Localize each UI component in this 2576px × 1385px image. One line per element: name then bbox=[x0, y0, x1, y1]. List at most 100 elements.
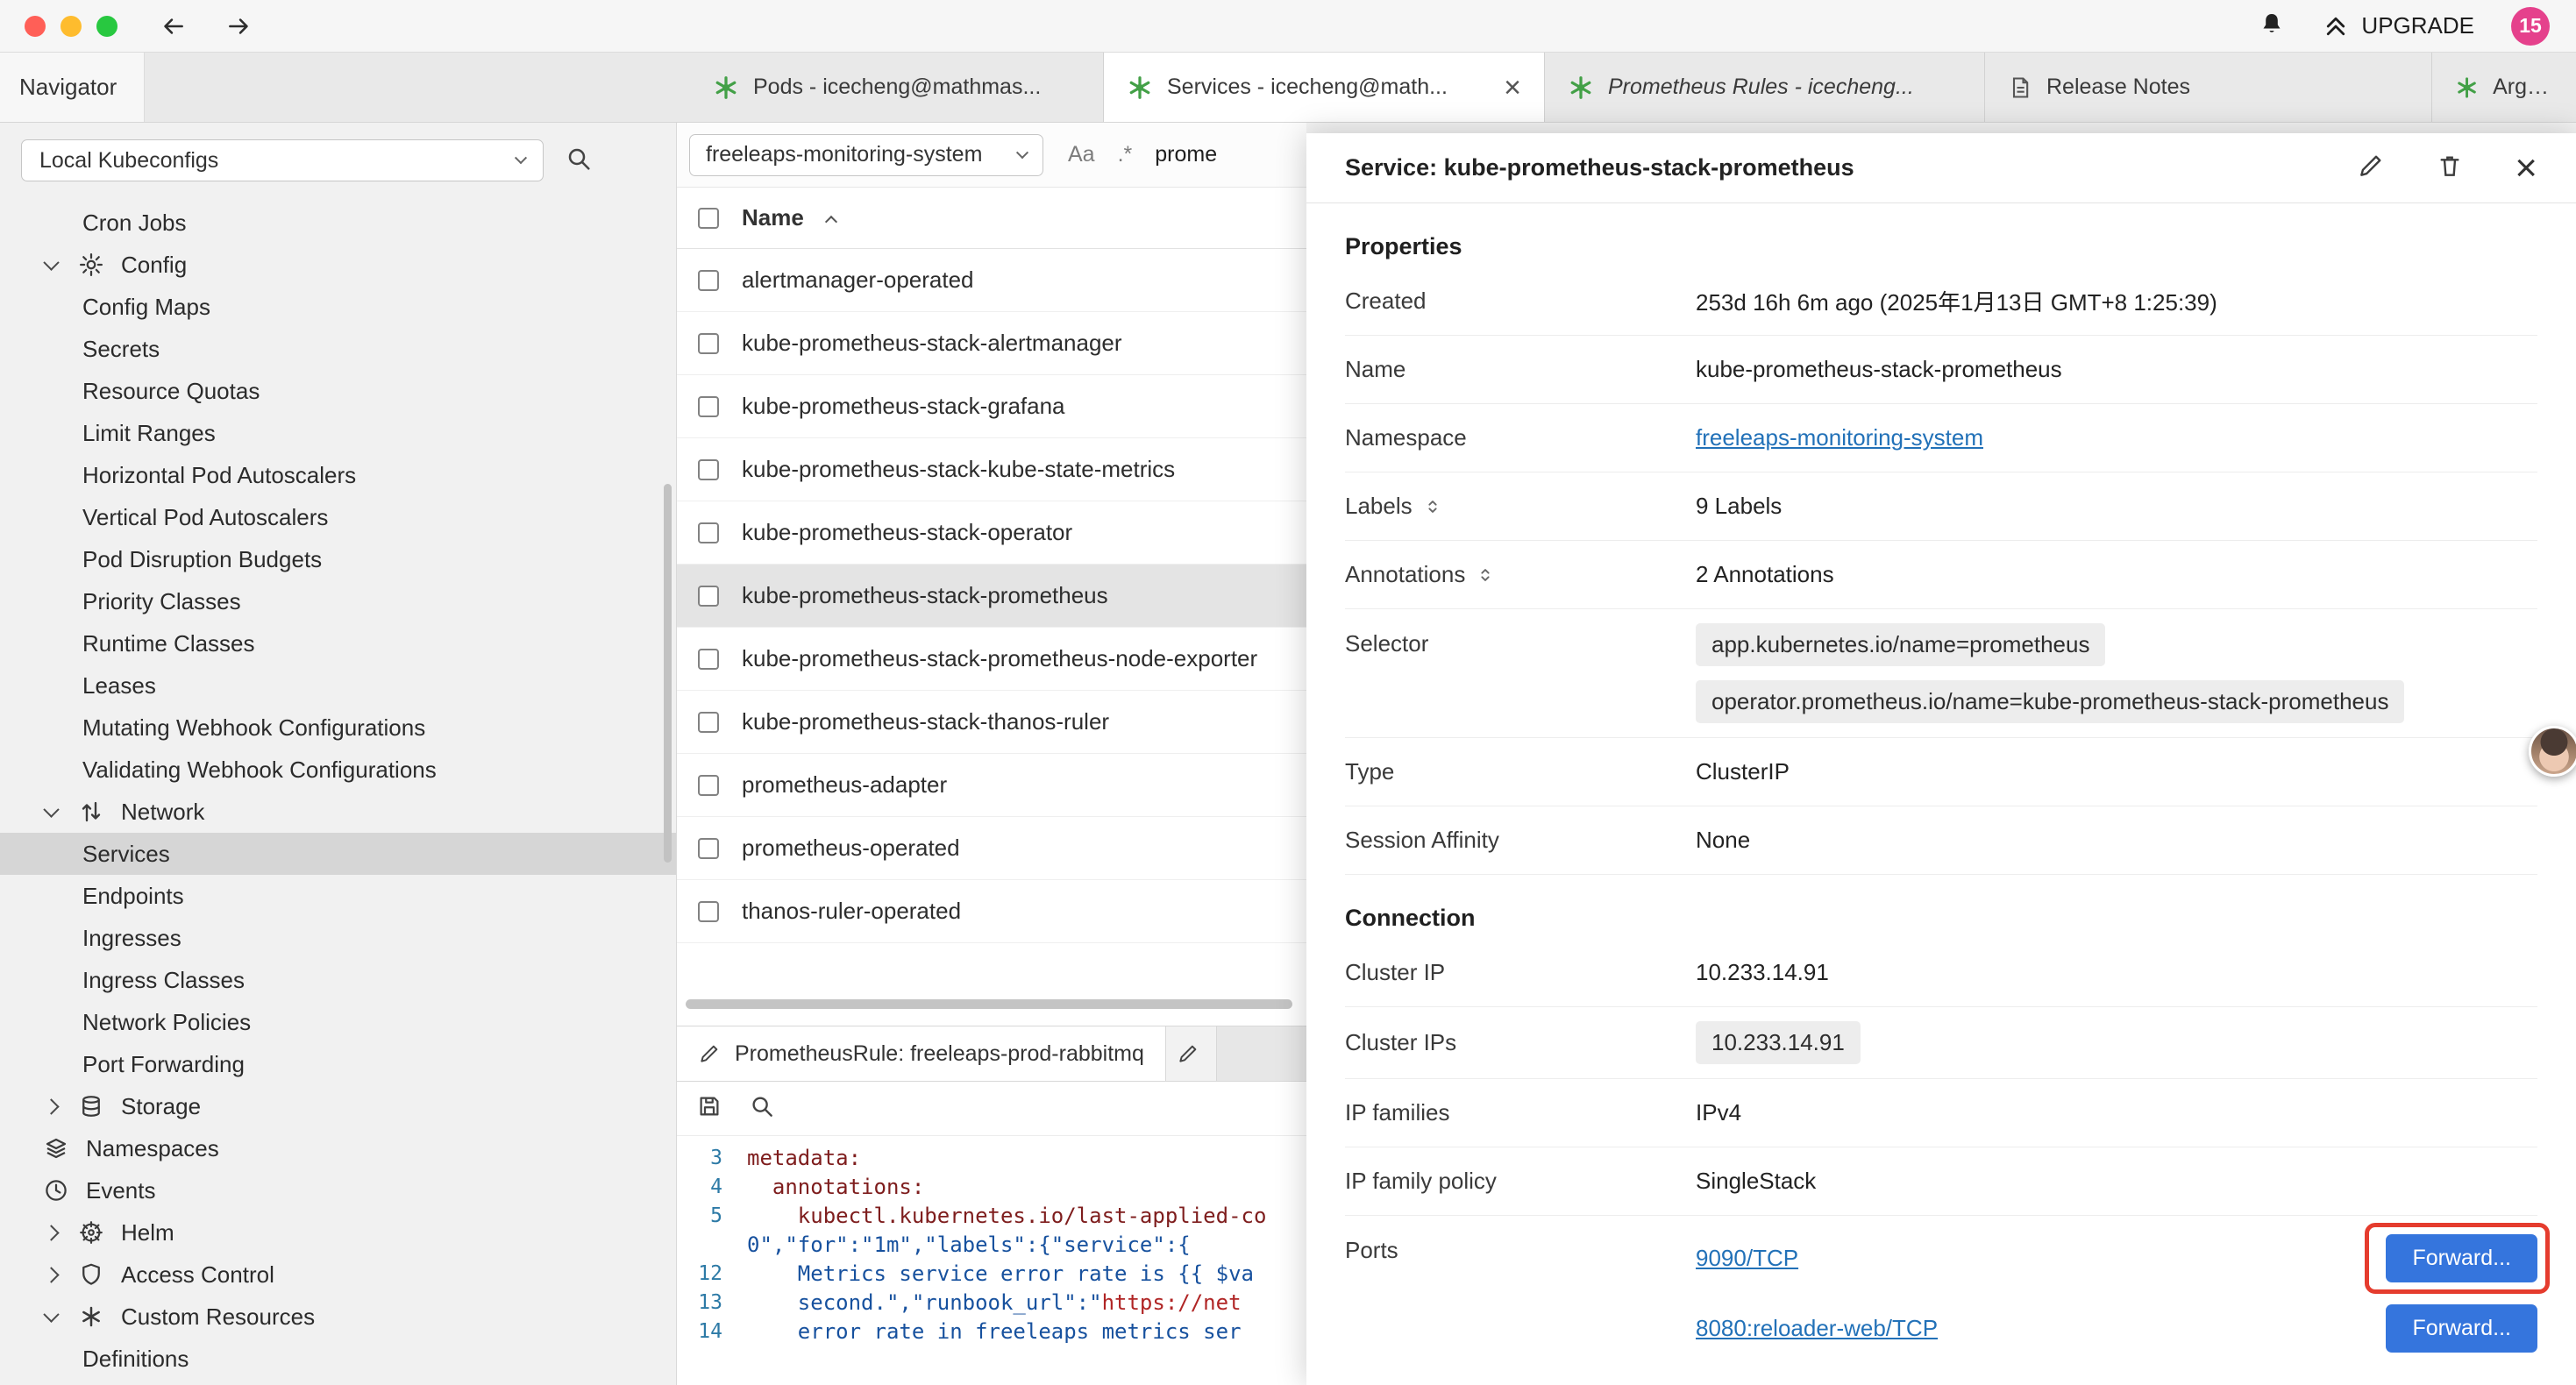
minimize-window-button[interactable] bbox=[60, 16, 82, 37]
sidebar-item-runtime-classes[interactable]: Runtime Classes bbox=[0, 622, 676, 664]
back-button[interactable] bbox=[158, 11, 188, 41]
table-row[interactable]: kube-prometheus-stack-kube-state-metrics bbox=[677, 438, 1306, 501]
property-row-selector: Selector app.kubernetes.io/name=promethe… bbox=[1345, 609, 2537, 738]
table-row[interactable]: thanos-ruler-operated bbox=[677, 880, 1306, 943]
port-link[interactable]: 8080:reloader-web/TCP bbox=[1696, 1315, 1938, 1342]
forward-nav-button[interactable] bbox=[224, 11, 254, 41]
namespace-filter-dropdown[interactable]: freeleaps-monitoring-system bbox=[689, 134, 1043, 176]
notifications-bell-icon[interactable] bbox=[2258, 10, 2286, 42]
sidebar-item-storage[interactable]: Storage bbox=[0, 1085, 676, 1127]
sidebar-item-network-policies[interactable]: Network Policies bbox=[0, 1001, 676, 1043]
navigator-panel-tab[interactable]: Navigator bbox=[0, 53, 145, 122]
sidebar-item-validating-webhook-configurations[interactable]: Validating Webhook Configurations bbox=[0, 749, 676, 791]
sidebar-item-cron-jobs[interactable]: Cron Jobs bbox=[0, 202, 676, 244]
save-icon[interactable] bbox=[696, 1093, 722, 1124]
select-all-checkbox[interactable] bbox=[698, 208, 719, 229]
property-row-labels: Labels 9 Labels bbox=[1345, 472, 2537, 541]
row-checkbox[interactable] bbox=[698, 522, 719, 543]
editor-search-icon[interactable] bbox=[749, 1093, 775, 1124]
row-checkbox[interactable] bbox=[698, 586, 719, 607]
sidebar-item-events[interactable]: Events bbox=[0, 1169, 676, 1211]
sidebar-item-ingress-classes[interactable]: Ingress Classes bbox=[0, 959, 676, 1001]
table-row[interactable]: kube-prometheus-stack-thanos-ruler bbox=[677, 691, 1306, 754]
expand-collapse-icon[interactable] bbox=[1476, 565, 1495, 585]
edit-icon[interactable] bbox=[2357, 152, 2385, 184]
regex-toggle[interactable]: .* bbox=[1118, 142, 1133, 167]
user-avatar[interactable] bbox=[2529, 726, 2576, 777]
tab-argo[interactable]: Argo S bbox=[2432, 53, 2576, 122]
sidebar-item-network[interactable]: Network bbox=[0, 791, 676, 833]
sidebar-item-port-forwarding[interactable]: Port Forwarding bbox=[0, 1043, 676, 1085]
row-checkbox[interactable] bbox=[698, 459, 719, 480]
row-checkbox[interactable] bbox=[698, 649, 719, 670]
table-row[interactable]: kube-prometheus-stack-prometheus-node-ex… bbox=[677, 628, 1306, 691]
row-checkbox[interactable] bbox=[698, 775, 719, 796]
row-checkbox[interactable] bbox=[698, 396, 719, 417]
kubeconfig-selector[interactable]: Local Kubeconfigs bbox=[21, 139, 544, 181]
sidebar-item-ingresses[interactable]: Ingresses bbox=[0, 917, 676, 959]
namespace-link[interactable]: freeleaps-monitoring-system bbox=[1696, 424, 2537, 451]
tab-services[interactable]: Services - icecheng@math... × bbox=[1104, 53, 1545, 122]
sidebar-item-secrets[interactable]: Secrets bbox=[0, 328, 676, 370]
dock-tab-partial[interactable] bbox=[1166, 1026, 1217, 1081]
row-checkbox[interactable] bbox=[698, 901, 719, 922]
close-window-button[interactable] bbox=[25, 16, 46, 37]
sidebar-item-resource-quotas[interactable]: Resource Quotas bbox=[0, 370, 676, 412]
yaml-editor[interactable]: 3metadata: 4 annotations: 5 kubectl.kube… bbox=[677, 1136, 1306, 1385]
sidebar-scrollbar[interactable] bbox=[664, 484, 672, 863]
sidebar-item-config[interactable]: Config bbox=[0, 244, 676, 286]
sidebar-item-mutating-webhook-configurations[interactable]: Mutating Webhook Configurations bbox=[0, 707, 676, 749]
table-row[interactable]: kube-prometheus-stack-operator bbox=[677, 501, 1306, 565]
sidebar-item-vertical-pod-autoscalers[interactable]: Vertical Pod Autoscalers bbox=[0, 496, 676, 538]
sort-ascending-icon[interactable] bbox=[825, 215, 837, 227]
close-tab-icon[interactable]: × bbox=[1491, 73, 1521, 103]
close-icon[interactable]: × bbox=[2515, 149, 2537, 188]
dock-tab-prometheusrule[interactable]: PrometheusRule: freeleaps-prod-rabbitmq bbox=[677, 1026, 1166, 1081]
delete-icon[interactable] bbox=[2436, 152, 2464, 184]
sidebar-item-definitions[interactable]: Definitions bbox=[0, 1338, 676, 1380]
sidebar-item-priority-classes[interactable]: Priority Classes bbox=[0, 580, 676, 622]
horizontal-scrollbar[interactable] bbox=[686, 999, 1292, 1009]
port-link[interactable]: 9090/TCP bbox=[1696, 1245, 1798, 1272]
sidebar-item-leases[interactable]: Leases bbox=[0, 664, 676, 707]
tab-prometheus-rules[interactable]: Prometheus Rules - icecheng... bbox=[1545, 53, 1985, 122]
property-row-name: Name kube-prometheus-stack-prometheus bbox=[1345, 336, 2537, 404]
row-checkbox[interactable] bbox=[698, 270, 719, 291]
sidebar-item-namespaces[interactable]: Namespaces bbox=[0, 1127, 676, 1169]
property-row-session-affinity: Session Affinity None bbox=[1345, 806, 2537, 875]
sidebar-search-icon[interactable] bbox=[565, 145, 593, 177]
sidebar-item-endpoints[interactable]: Endpoints bbox=[0, 875, 676, 917]
network-icon bbox=[75, 796, 107, 827]
sidebar-item-services[interactable]: Services bbox=[0, 833, 676, 875]
expand-collapse-icon[interactable] bbox=[1423, 497, 1442, 516]
sidebar-item-helm[interactable]: Helm bbox=[0, 1211, 676, 1254]
name-column-header[interactable]: Name bbox=[742, 204, 804, 231]
navigator-tree: Cron Jobs Config Config Maps Secrets Res… bbox=[0, 198, 676, 1380]
table-row[interactable]: alertmanager-operated bbox=[677, 249, 1306, 312]
sidebar-item-custom-resources[interactable]: Custom Resources bbox=[0, 1296, 676, 1338]
table-row[interactable]: prometheus-operated bbox=[677, 817, 1306, 880]
notification-count-badge[interactable]: 15 bbox=[2511, 7, 2550, 46]
table-row[interactable]: kube-prometheus-stack-alertmanager bbox=[677, 312, 1306, 375]
custom-resources-icon bbox=[75, 1301, 107, 1332]
table-row[interactable]: kube-prometheus-stack-grafana bbox=[677, 375, 1306, 438]
zoom-window-button[interactable] bbox=[96, 16, 117, 37]
table-row-selected[interactable]: kube-prometheus-stack-prometheus bbox=[677, 565, 1306, 628]
forward-button[interactable]: Forward... bbox=[2386, 1304, 2537, 1353]
row-checkbox[interactable] bbox=[698, 333, 719, 354]
table-row[interactable]: prometheus-adapter bbox=[677, 754, 1306, 817]
sidebar-item-limit-ranges[interactable]: Limit Ranges bbox=[0, 412, 676, 454]
sidebar-item-horizontal-pod-autoscalers[interactable]: Horizontal Pod Autoscalers bbox=[0, 454, 676, 496]
row-checkbox[interactable] bbox=[698, 838, 719, 859]
tab-release-notes[interactable]: Release Notes bbox=[1985, 53, 2432, 122]
sidebar-item-access-control[interactable]: Access Control bbox=[0, 1254, 676, 1296]
upgrade-button[interactable]: UPGRADE bbox=[2323, 12, 2474, 39]
match-case-toggle[interactable]: Aa bbox=[1068, 142, 1095, 167]
search-input[interactable]: prome bbox=[1155, 142, 1217, 167]
sidebar-item-pod-disruption-budgets[interactable]: Pod Disruption Budgets bbox=[0, 538, 676, 580]
tab-pods[interactable]: Pods - icecheng@mathmas... bbox=[690, 53, 1104, 122]
row-checkbox[interactable] bbox=[698, 712, 719, 733]
sidebar-item-config-maps[interactable]: Config Maps bbox=[0, 286, 676, 328]
list-search-field[interactable]: Aa .* prome bbox=[1068, 142, 1217, 167]
forward-button[interactable]: Forward... bbox=[2386, 1234, 2537, 1282]
